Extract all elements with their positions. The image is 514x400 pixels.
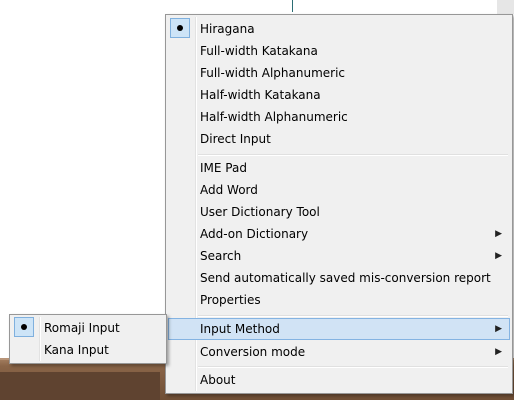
menu-item-label: Full-width Katakana bbox=[200, 44, 318, 58]
menu-item-label: Direct Input bbox=[200, 132, 271, 146]
background-scrollbar bbox=[497, 0, 514, 14]
menu-item-label: Half-width Alphanumeric bbox=[200, 110, 348, 124]
menu-item-full-width-katakana[interactable]: Full-width Katakana bbox=[168, 40, 510, 62]
submenu-item-romaji-input[interactable]: Romaji Input bbox=[12, 317, 164, 339]
menu-item-label: Romaji Input bbox=[44, 321, 120, 335]
menu-item-label: User Dictionary Tool bbox=[200, 205, 320, 219]
submenu-arrow-icon: ▶ bbox=[495, 324, 502, 334]
menu-item-direct-input[interactable]: Direct Input bbox=[168, 128, 510, 150]
menu-item-properties[interactable]: Properties bbox=[168, 289, 510, 311]
menu-item-label: Hiragana bbox=[200, 22, 255, 36]
menu-item-hiragana[interactable]: Hiragana bbox=[168, 18, 510, 40]
submenu-arrow-icon: ▶ bbox=[495, 347, 502, 357]
menu-item-conversion-mode[interactable]: Conversion mode ▶ bbox=[168, 341, 510, 363]
background-window-edge bbox=[292, 0, 293, 12]
menu-item-label: Kana Input bbox=[44, 343, 109, 357]
submenu-arrow-icon: ▶ bbox=[495, 229, 502, 239]
ime-context-menu: Hiragana Full-width Katakana Full-width … bbox=[165, 14, 513, 394]
menu-separator bbox=[198, 154, 508, 156]
input-method-submenu: Romaji Input Kana Input bbox=[9, 314, 167, 364]
menu-item-label: Properties bbox=[200, 293, 261, 307]
menu-item-label: Add Word bbox=[200, 183, 258, 197]
menu-item-label: Input Method bbox=[200, 322, 280, 336]
menu-item-user-dictionary-tool[interactable]: User Dictionary Tool bbox=[168, 201, 510, 223]
menu-item-add-on-dictionary[interactable]: Add-on Dictionary ▶ bbox=[168, 223, 510, 245]
menu-item-label: Search bbox=[200, 249, 242, 263]
radio-check-icon bbox=[14, 317, 34, 337]
menu-item-label: Send automatically saved mis-conversion … bbox=[200, 271, 491, 285]
desktop: Hiragana Full-width Katakana Full-width … bbox=[0, 0, 514, 400]
taskbar-shade bbox=[0, 372, 160, 400]
menu-item-search[interactable]: Search ▶ bbox=[168, 245, 510, 267]
menu-item-label: Full-width Alphanumeric bbox=[200, 66, 346, 80]
menu-item-full-width-alphanumeric[interactable]: Full-width Alphanumeric bbox=[168, 62, 510, 84]
menu-item-label: IME Pad bbox=[200, 161, 247, 175]
menu-item-add-word[interactable]: Add Word bbox=[168, 179, 510, 201]
radio-check-icon bbox=[170, 18, 190, 38]
submenu-arrow-icon: ▶ bbox=[495, 251, 502, 261]
menu-item-half-width-alphanumeric[interactable]: Half-width Alphanumeric bbox=[168, 106, 510, 128]
menu-item-send-report[interactable]: Send automatically saved mis-conversion … bbox=[168, 267, 510, 289]
submenu-item-kana-input[interactable]: Kana Input bbox=[12, 339, 164, 361]
menu-item-label: About bbox=[200, 373, 236, 387]
menu-item-half-width-katakana[interactable]: Half-width Katakana bbox=[168, 84, 510, 106]
menu-item-ime-pad[interactable]: IME Pad bbox=[168, 157, 510, 179]
menu-item-label: Half-width Katakana bbox=[200, 88, 321, 102]
menu-item-about[interactable]: About bbox=[168, 369, 510, 391]
menu-item-label: Conversion mode bbox=[200, 345, 306, 359]
menu-separator bbox=[198, 315, 508, 317]
menu-item-input-method[interactable]: Input Method ▶ bbox=[168, 318, 510, 340]
menu-item-label: Add-on Dictionary bbox=[200, 227, 309, 241]
menu-separator bbox=[198, 366, 508, 368]
